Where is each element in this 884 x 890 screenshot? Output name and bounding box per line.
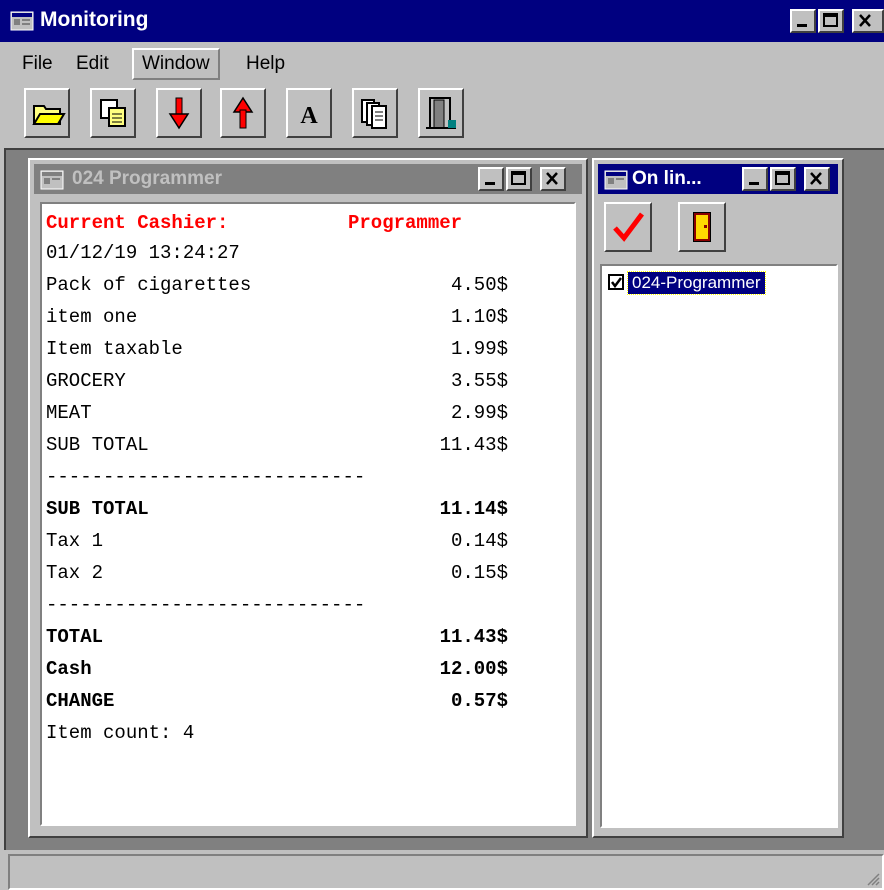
child-maximize-button[interactable] — [506, 167, 532, 191]
item-count: Item count: 4 — [46, 722, 195, 744]
copy-button[interactable] — [90, 88, 136, 138]
checkmark-icon — [611, 277, 622, 289]
exit-button[interactable] — [418, 88, 464, 138]
item-price: 2.99$ — [450, 402, 508, 424]
maximize-button[interactable] — [818, 9, 844, 33]
tax2-label: Tax 2 — [46, 562, 104, 584]
receipt-window-title: 024 Programmer — [72, 168, 222, 189]
close-icon — [546, 172, 558, 185]
logout-button[interactable] — [678, 202, 726, 252]
close-button[interactable] — [852, 9, 884, 33]
separator-line: ---------------------------- — [46, 466, 366, 488]
menu-window[interactable]: Window — [132, 48, 220, 80]
window-icon — [604, 170, 628, 190]
main-title-bar[interactable]: Monitoring — [0, 0, 884, 42]
online-window-title: On lin... — [632, 168, 702, 189]
tax1-value: 0.14$ — [450, 530, 508, 552]
child-minimize-button[interactable] — [478, 167, 504, 191]
move-up-button[interactable] — [220, 88, 266, 138]
app-title: Monitoring — [40, 8, 149, 31]
item-price: 11.43$ — [439, 434, 508, 456]
user-label: 024-Programmer — [627, 271, 766, 295]
online-minimize-button[interactable] — [742, 167, 768, 191]
item-price: 4.50$ — [450, 274, 508, 296]
separator-line: ---------------------------- — [46, 594, 366, 616]
status-bar — [8, 854, 884, 890]
total-value: 11.43$ — [439, 626, 508, 648]
menu-help[interactable]: Help — [240, 50, 291, 78]
online-maximize-button[interactable] — [770, 167, 796, 191]
font-button[interactable]: A — [286, 88, 332, 138]
item-name: Pack of cigarettes — [46, 274, 252, 296]
receipt-datetime: 01/12/19 13:24:27 — [46, 242, 240, 264]
svg-text:A: A — [300, 103, 318, 129]
minimize-button[interactable] — [790, 9, 816, 33]
item-name: GROCERY — [46, 370, 126, 392]
total-label: TOTAL — [46, 626, 104, 648]
tax2-value: 0.15$ — [450, 562, 508, 584]
app-window-icon — [10, 11, 34, 31]
item-name: item one — [46, 306, 138, 328]
cash-label: Cash — [46, 658, 92, 680]
item-price: 3.55$ — [450, 370, 508, 392]
minimize-icon — [749, 182, 759, 185]
arrow-down-icon — [168, 97, 190, 130]
copy-icon — [100, 99, 126, 127]
resize-grip-icon[interactable] — [866, 872, 880, 886]
receipt-text-area[interactable]: Current Cashier: Programmer 01/12/19 13:… — [40, 202, 576, 826]
pages-icon — [361, 99, 387, 129]
close-icon — [810, 172, 822, 185]
item-price: 1.10$ — [450, 306, 508, 328]
item-name: MEAT — [46, 402, 92, 424]
minimize-icon — [485, 182, 495, 185]
receipt-window: 024 Programmer Current Cashier: Programm… — [28, 158, 588, 838]
checkmark-icon — [613, 212, 644, 242]
close-icon — [859, 14, 871, 27]
tax1-label: Tax 1 — [46, 530, 104, 552]
window-icon — [40, 170, 64, 190]
open-button[interactable] — [24, 88, 70, 138]
online-user-list[interactable]: 024-Programmer — [600, 264, 838, 828]
mdi-workspace: 024 Programmer Current Cashier: Programm… — [4, 148, 884, 850]
cash-value: 12.00$ — [439, 658, 508, 680]
toolbar: A — [8, 88, 464, 140]
confirm-button[interactable] — [604, 202, 652, 252]
subtotal-label: SUB TOTAL — [46, 498, 149, 520]
maximize-icon — [775, 171, 790, 185]
change-label: CHANGE — [46, 690, 115, 712]
pages-button[interactable] — [352, 88, 398, 138]
subtotal-value: 11.14$ — [439, 498, 508, 520]
online-close-button[interactable] — [804, 167, 830, 191]
user-checkbox[interactable] — [608, 274, 624, 290]
cashier-label: Current Cashier: — [46, 212, 229, 234]
item-name: Item taxable — [46, 338, 183, 360]
font-icon: A — [300, 103, 318, 129]
exit-door-icon — [693, 212, 711, 242]
maximize-icon — [511, 171, 526, 185]
maximize-icon — [823, 13, 838, 27]
move-down-button[interactable] — [156, 88, 202, 138]
minimize-icon — [797, 24, 807, 27]
menu-file[interactable]: File — [16, 50, 59, 78]
menu-bar: File Edit Window Help — [0, 46, 884, 84]
menu-edit[interactable]: Edit — [70, 50, 115, 78]
open-folder-icon — [32, 105, 66, 125]
receipt-window-title-bar[interactable]: 024 Programmer — [34, 164, 582, 194]
cashier-name: Programmer — [348, 212, 463, 234]
child-close-button[interactable] — [540, 167, 566, 191]
change-value: 0.57$ — [450, 690, 508, 712]
exit-door-icon — [426, 97, 456, 129]
item-name: SUB TOTAL — [46, 434, 149, 456]
online-window: On lin... 024-Programmer — [592, 158, 844, 838]
item-price: 1.99$ — [450, 338, 508, 360]
online-window-title-bar[interactable]: On lin... — [598, 164, 838, 194]
arrow-up-icon — [232, 96, 254, 129]
